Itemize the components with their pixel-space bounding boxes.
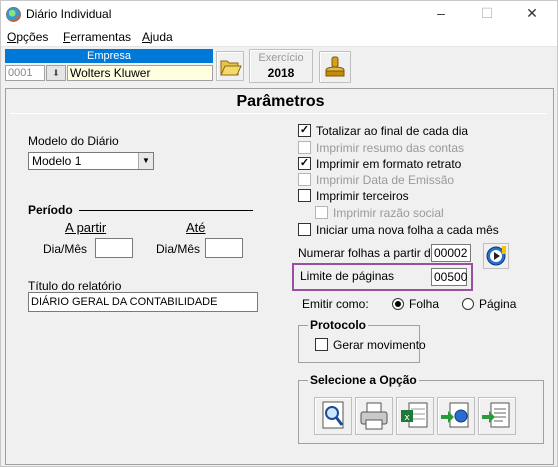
limite-input[interactable]: 00500 bbox=[431, 268, 467, 286]
modelo-label: Modelo do Diário bbox=[28, 134, 119, 148]
main-window: Diário Individual – ☐ ✕ Opções Ferrament… bbox=[0, 0, 558, 467]
modelo-select-value: Modelo 1 bbox=[32, 154, 82, 168]
maximize-button[interactable]: ☐ bbox=[464, 1, 510, 27]
menu-bar: Opções Ferramentas Ajuda bbox=[1, 27, 557, 47]
open-folder-icon bbox=[220, 60, 242, 76]
app-icon bbox=[6, 7, 21, 22]
text-export-button[interactable] bbox=[478, 397, 516, 435]
exercicio-value: 2018 bbox=[267, 66, 295, 80]
chevron-down-icon[interactable]: ▼ bbox=[138, 153, 153, 169]
preview-button[interactable] bbox=[314, 397, 352, 435]
modelo-select[interactable]: Modelo 1 ▼ bbox=[28, 152, 154, 170]
text-export-icon bbox=[482, 402, 510, 428]
dia-mes-from-label: Dia/Mês bbox=[43, 242, 88, 256]
printer-icon bbox=[360, 402, 388, 430]
checkbox-razao-social[interactable] bbox=[315, 206, 328, 219]
empresa-header: Empresa bbox=[5, 49, 213, 63]
radio-folha[interactable] bbox=[392, 298, 404, 310]
exercicio-box[interactable]: Exercício 2018 bbox=[249, 49, 313, 83]
checkbox-formato-retrato[interactable]: ✓ bbox=[298, 157, 311, 170]
emitir-label: Emitir como: bbox=[302, 297, 369, 311]
checkbox-nova-folha[interactable] bbox=[298, 223, 311, 236]
dia-mes-to-input[interactable] bbox=[205, 238, 243, 258]
minimize-button[interactable]: – bbox=[418, 1, 464, 27]
checkbox-terceiros[interactable] bbox=[298, 189, 311, 202]
titulo-label: Título do relatório bbox=[28, 279, 122, 293]
excel-export-button[interactable]: x bbox=[396, 397, 434, 435]
open-folder-button[interactable] bbox=[216, 51, 244, 81]
stamp-icon bbox=[325, 56, 345, 77]
svg-text:x: x bbox=[404, 413, 410, 423]
title-bar: Diário Individual – ☐ ✕ bbox=[1, 1, 557, 27]
empresa-code-field[interactable]: 0001 bbox=[5, 65, 45, 81]
selecione-title: Selecione a Opção bbox=[308, 373, 419, 387]
empresa-selector: Empresa 0001 ⬇ Wolters Kluwer bbox=[5, 49, 213, 83]
checkbox-resumo-contas[interactable] bbox=[298, 141, 311, 154]
checkbox-totalizar[interactable]: ✓ bbox=[298, 124, 311, 137]
periodo-label: Período bbox=[28, 203, 73, 217]
empresa-name-field[interactable]: Wolters Kluwer bbox=[67, 65, 213, 81]
preview-icon bbox=[322, 401, 344, 429]
panel-title: Parâmetros bbox=[236, 93, 325, 110]
titulo-input[interactable]: DIÁRIO GERAL DA CONTABILIDADE bbox=[28, 292, 258, 312]
close-button[interactable]: ✕ bbox=[509, 1, 555, 27]
a-partir-label: A partir bbox=[65, 220, 107, 235]
periodo-divider bbox=[79, 210, 253, 211]
window-title: Diário Individual bbox=[26, 7, 112, 21]
radio-pagina[interactable] bbox=[462, 298, 474, 310]
exercicio-label: Exercício bbox=[258, 52, 304, 64]
html-export-button[interactable] bbox=[437, 397, 475, 435]
dia-mes-to-label: Dia/Mês bbox=[156, 242, 201, 256]
stamp-button[interactable] bbox=[319, 51, 351, 83]
menu-ferramentas[interactable]: Ferramentas bbox=[63, 30, 131, 44]
numerar-input[interactable]: 00002 bbox=[431, 244, 471, 262]
html-export-icon bbox=[441, 402, 469, 428]
print-button[interactable] bbox=[355, 397, 393, 435]
parametros-panel: Parâmetros Modelo do Diário Modelo 1 ▼ P… bbox=[5, 88, 554, 465]
title-divider bbox=[10, 113, 547, 114]
play-button[interactable] bbox=[483, 243, 509, 269]
menu-ajuda[interactable]: Ajuda bbox=[142, 30, 173, 44]
protocolo-title: Protocolo bbox=[308, 318, 368, 332]
radio-folha-label: Folha bbox=[409, 297, 440, 311]
limite-label: Limite de páginas bbox=[300, 269, 395, 283]
empresa-spin-button[interactable]: ⬇ bbox=[46, 65, 66, 81]
checkbox-data-emissao[interactable] bbox=[298, 173, 311, 186]
menu-opcoes[interactable]: Opções bbox=[7, 30, 48, 44]
checkbox-gerar-movimento[interactable] bbox=[315, 338, 328, 351]
radio-pagina-label: Página bbox=[479, 297, 517, 311]
numerar-label: Numerar folhas a partir de: bbox=[298, 246, 441, 260]
excel-export-icon: x bbox=[401, 402, 428, 428]
ate-label: Até bbox=[186, 220, 206, 235]
play-icon bbox=[486, 246, 506, 266]
dia-mes-from-input[interactable] bbox=[95, 238, 133, 258]
